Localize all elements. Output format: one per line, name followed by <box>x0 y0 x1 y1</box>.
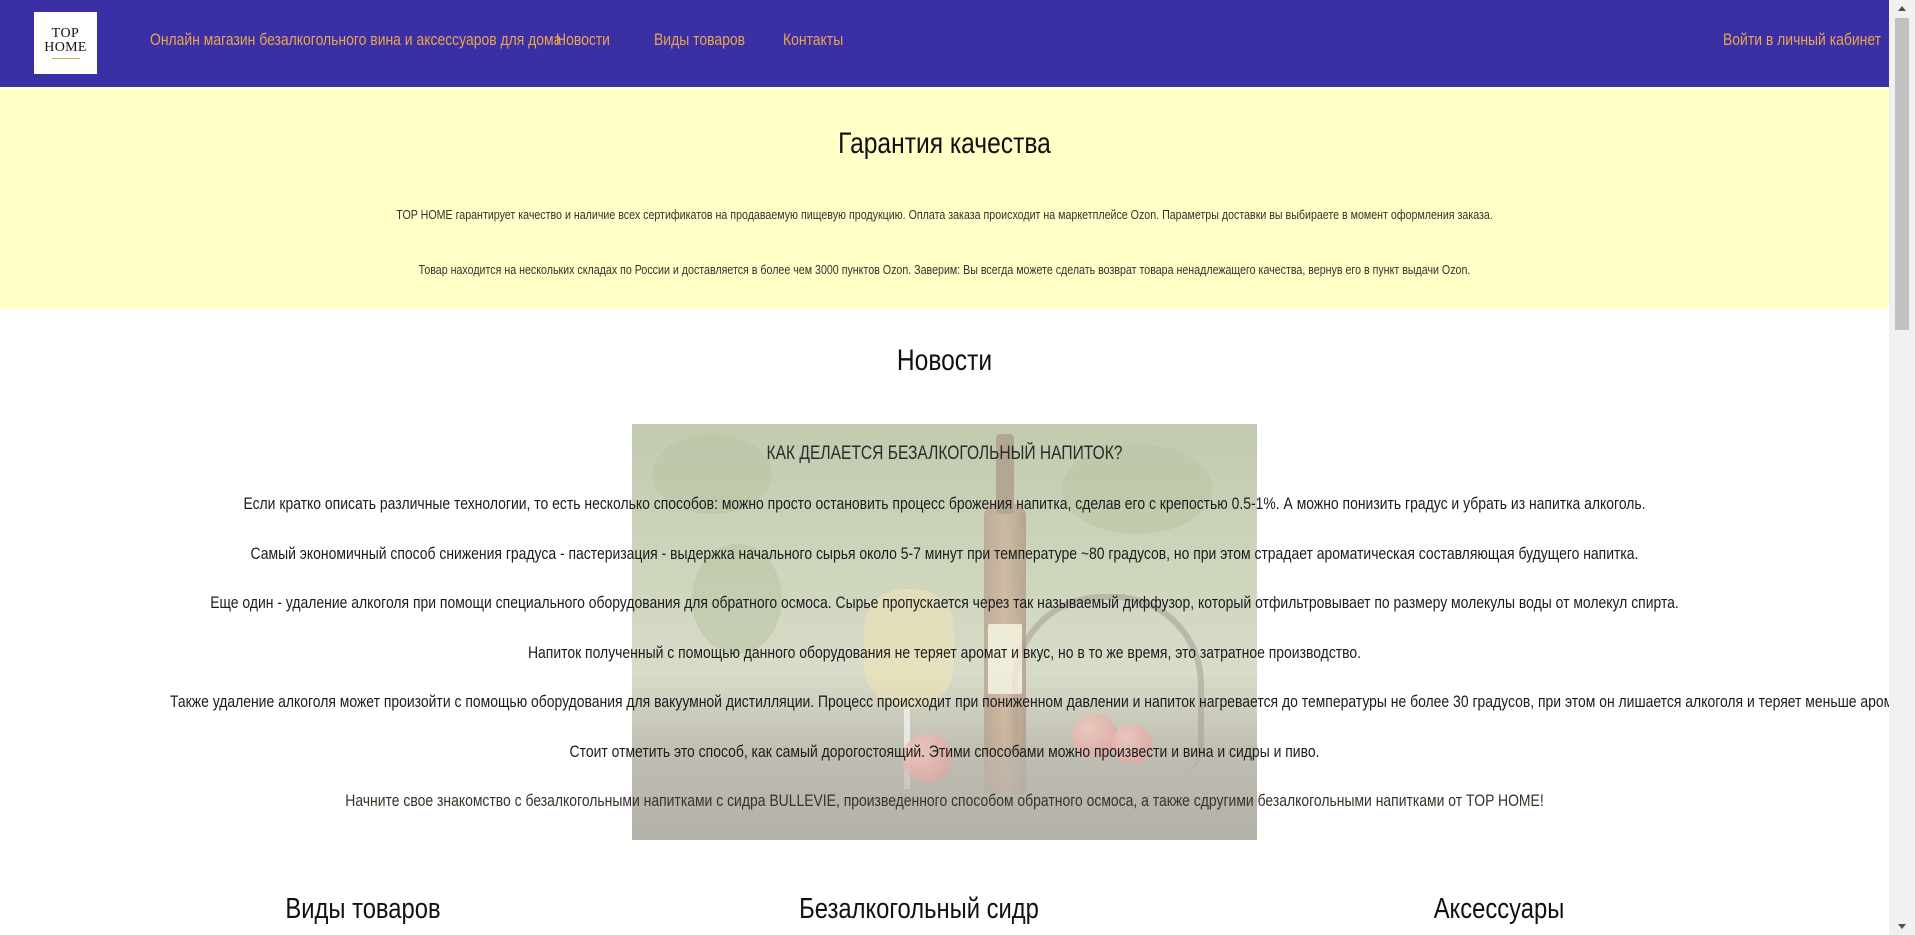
nav-link-product-types[interactable]: Виды товаров <box>654 30 745 50</box>
nav-link-shop[interactable]: Онлайн магазин безалкогольного вина и ак… <box>150 30 561 50</box>
news-paragraph-cta: Начните свое знакомство с безалкогольным… <box>345 791 1544 810</box>
news-paragraph: Стоит отметить это способ, как самый дор… <box>569 742 1320 761</box>
quality-title: Гарантия качества <box>838 127 1051 160</box>
logo-underline <box>51 58 80 59</box>
news-paragraph: Еще один - удаление алкоголя при помощи … <box>210 593 1679 612</box>
category-title-accessories[interactable]: Аксессуары <box>1335 893 1663 926</box>
scroll-down-arrow-icon[interactable] <box>1898 924 1906 929</box>
news-paragraph: Напиток полученный с помощью данного обо… <box>527 643 1362 662</box>
category-title-cider[interactable]: Безалкогольный сидр <box>755 893 1083 926</box>
quality-guarantee-section: Гарантия качества TOP HOME гарантирует к… <box>0 87 1889 309</box>
news-paragraph: Самый экономичный способ снижения градус… <box>250 544 1639 563</box>
scroll-up-arrow-icon[interactable] <box>1898 6 1906 11</box>
news-paragraph: Если кратко описать различные технологии… <box>243 494 1646 513</box>
site-logo[interactable]: TOP HOME <box>34 12 97 74</box>
vertical-scrollbar[interactable] <box>1889 0 1915 935</box>
logo-text-home: HOME <box>44 40 87 55</box>
news-article-title: Как делается безалкогольный напиток? <box>766 443 1123 464</box>
nav-link-news[interactable]: Новости <box>556 30 610 50</box>
category-title-product-types: Виды товаров <box>285 893 441 925</box>
nav-link-contacts[interactable]: Контакты <box>783 30 843 50</box>
quality-paragraph-2: Товар находится на нескольких складах по… <box>418 262 1471 277</box>
login-link[interactable]: Войти в личный кабинет <box>1723 30 1881 50</box>
page: TOP HOME Онлайн магазин безалкогольного … <box>0 0 1889 935</box>
top-navbar: TOP HOME Онлайн магазин безалкогольного … <box>0 0 1889 87</box>
news-title: Новости <box>896 344 993 377</box>
news-paragraph: Также удаление алкоголя может произойти … <box>170 692 1889 711</box>
logo-text-top: TOP <box>51 26 80 41</box>
quality-paragraph-1: TOP HOME гарантирует качество и наличие … <box>396 207 1493 222</box>
news-background-image <box>632 424 1257 840</box>
scrollbar-thumb[interactable] <box>1895 18 1909 330</box>
